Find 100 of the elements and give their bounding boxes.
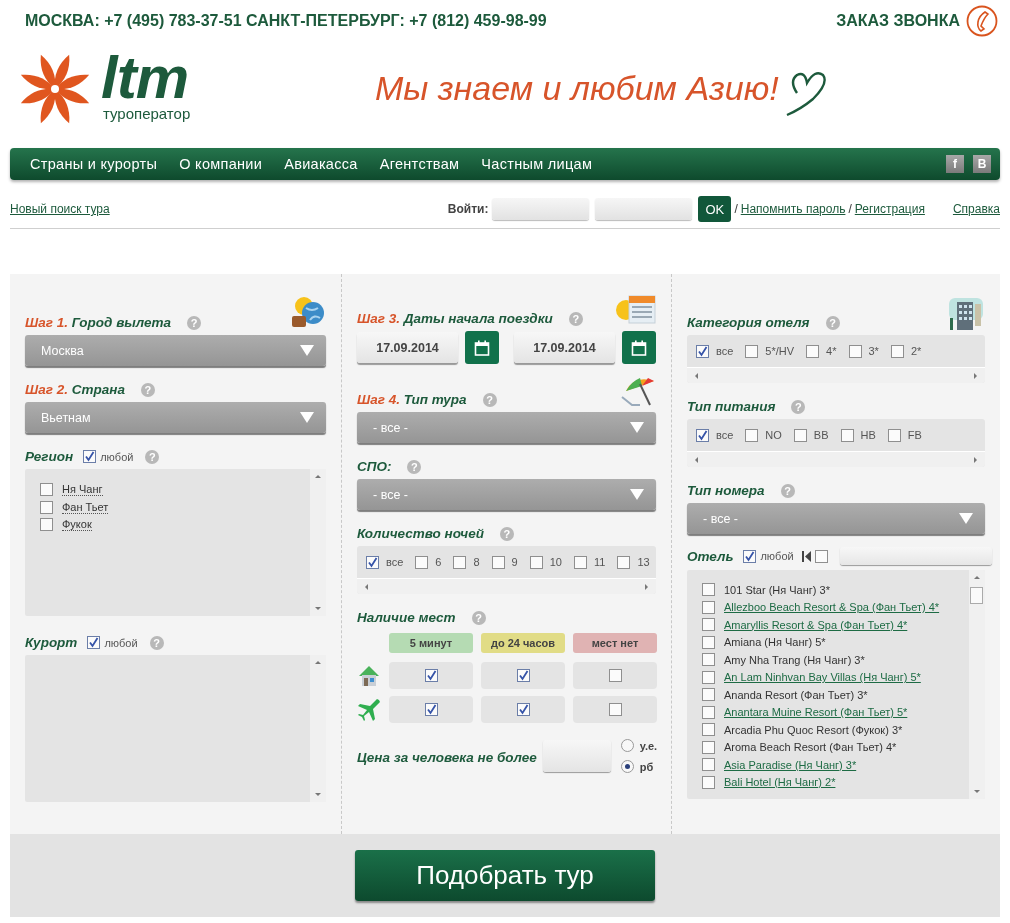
option-label: 5*/HV bbox=[765, 345, 795, 357]
checkbox[interactable] bbox=[424, 669, 438, 682]
submit-button[interactable]: Подобрать тур bbox=[355, 850, 655, 901]
option-label: Arcadia Phu Quoc Resort (Фукок) 3* bbox=[724, 723, 903, 736]
nav-link[interactable]: Страны и курорты bbox=[19, 156, 169, 172]
checkbox[interactable] bbox=[702, 775, 715, 789]
checkbox[interactable] bbox=[608, 669, 622, 682]
checkbox[interactable] bbox=[702, 618, 715, 632]
calendar-button[interactable] bbox=[622, 331, 656, 364]
hotel-link[interactable]: Amaryllis Resort & Spa (Фан Тьет) 4* bbox=[724, 618, 908, 631]
checkbox[interactable] bbox=[516, 669, 530, 682]
radio-button[interactable] bbox=[620, 739, 634, 752]
nav-link[interactable]: Частным лицам bbox=[470, 156, 604, 172]
checkbox[interactable] bbox=[83, 450, 97, 463]
checkbox[interactable] bbox=[745, 428, 759, 442]
checkbox[interactable] bbox=[516, 703, 530, 716]
section-heading: Тип номера bbox=[687, 483, 765, 498]
checkbox[interactable] bbox=[702, 688, 715, 702]
checkbox[interactable] bbox=[415, 555, 429, 569]
slogan: Мы знаем и любим Азию! bbox=[375, 69, 779, 108]
checkbox[interactable] bbox=[491, 555, 505, 569]
option-label[interactable]: Ня Чанг bbox=[62, 483, 103, 497]
checkbox[interactable] bbox=[814, 549, 828, 563]
date-field[interactable]: 17.09.2014 bbox=[357, 332, 458, 363]
option-label: BB bbox=[813, 429, 829, 441]
checkbox[interactable] bbox=[702, 758, 715, 772]
scrollbar[interactable] bbox=[357, 578, 656, 594]
skip-back-icon bbox=[801, 550, 811, 562]
checkbox[interactable] bbox=[366, 555, 379, 569]
checkbox[interactable] bbox=[702, 670, 715, 684]
checkbox[interactable] bbox=[617, 555, 631, 569]
checkbox[interactable] bbox=[702, 600, 715, 614]
checkbox[interactable] bbox=[608, 703, 622, 716]
account-link[interactable]: Регистрация bbox=[854, 202, 925, 216]
help-link[interactable]: Справка bbox=[952, 202, 1000, 216]
hotel-link[interactable]: Allezboo Beach Resort & Spa (Фан Тьет) 4* bbox=[724, 601, 940, 614]
scrollbar[interactable] bbox=[687, 451, 985, 467]
checkbox[interactable] bbox=[573, 555, 587, 569]
globe-sun-icon bbox=[290, 294, 326, 330]
option-label[interactable]: Фан Тьет bbox=[62, 500, 109, 514]
caret-icon bbox=[630, 422, 644, 433]
price-field[interactable] bbox=[542, 740, 611, 772]
hotel-link[interactable]: Anantara Muine Resort (Фан Тьет) 5* bbox=[724, 706, 908, 719]
option-label: HB bbox=[860, 429, 876, 441]
calendar-button[interactable] bbox=[465, 331, 499, 364]
checkbox[interactable] bbox=[702, 653, 715, 667]
checkbox[interactable] bbox=[702, 635, 715, 649]
checkbox[interactable] bbox=[696, 344, 709, 358]
checkbox[interactable] bbox=[806, 344, 820, 358]
checkbox[interactable] bbox=[702, 583, 715, 597]
option-label: 9 bbox=[511, 556, 518, 568]
checkbox[interactable] bbox=[40, 500, 53, 514]
scrollbar[interactable] bbox=[969, 570, 985, 799]
checkbox[interactable] bbox=[87, 636, 101, 649]
checkbox[interactable] bbox=[702, 723, 715, 737]
section-heading: Категория отеля bbox=[687, 315, 810, 330]
hotel-link[interactable]: Asia Paradise (Ня Чанг) 3* bbox=[724, 758, 857, 771]
checkbox[interactable] bbox=[453, 555, 467, 569]
option-label[interactable]: Фукок bbox=[62, 518, 92, 532]
new-search-link[interactable]: Новый поиск тура bbox=[10, 202, 110, 216]
social-button[interactable]: f bbox=[946, 155, 964, 173]
social-button[interactable]: В bbox=[973, 155, 991, 173]
nav-link[interactable]: О компании bbox=[168, 156, 274, 172]
option-label: 10 bbox=[549, 556, 562, 568]
checkbox[interactable] bbox=[840, 428, 854, 442]
date-field[interactable]: 17.09.2014 bbox=[514, 332, 615, 363]
checkbox[interactable] bbox=[40, 518, 53, 532]
scrollbar[interactable] bbox=[310, 469, 326, 616]
checkbox[interactable] bbox=[529, 555, 543, 569]
hotel-link[interactable]: An Lam Ninhvan Bay Villas (Ня Чанг) 5* bbox=[724, 671, 921, 684]
password-field[interactable] bbox=[595, 198, 693, 220]
checkbox[interactable] bbox=[702, 740, 715, 754]
checkbox[interactable] bbox=[890, 344, 904, 358]
checkbox[interactable] bbox=[745, 344, 759, 358]
login-field[interactable] bbox=[492, 198, 590, 220]
callback-link[interactable]: ЗАКАЗ ЗВОНКА bbox=[836, 12, 960, 30]
scrollbar[interactable] bbox=[310, 655, 326, 802]
separator: / bbox=[848, 202, 852, 216]
radio-button[interactable] bbox=[620, 760, 634, 773]
checkbox[interactable] bbox=[793, 428, 807, 442]
checkbox[interactable] bbox=[40, 483, 53, 497]
hotel-link[interactable]: Bali Hotel (Ня Чанг) 2* bbox=[724, 776, 836, 789]
checkbox[interactable] bbox=[696, 428, 709, 442]
scrollbar[interactable] bbox=[687, 367, 985, 383]
ok-button[interactable]: OK bbox=[698, 196, 732, 222]
option-label: все bbox=[716, 345, 734, 357]
option-label: 8 bbox=[473, 556, 480, 568]
option-label: Amiana (Ня Чанг) 5* bbox=[724, 636, 826, 649]
caret-icon bbox=[630, 489, 644, 500]
nav-link[interactable]: Авиакасса bbox=[273, 156, 369, 172]
nav-link[interactable]: Агентствам bbox=[368, 156, 471, 172]
checkbox[interactable] bbox=[887, 428, 901, 442]
checkbox[interactable] bbox=[424, 703, 438, 716]
any-label: любой bbox=[104, 636, 138, 649]
search-field[interactable] bbox=[839, 547, 992, 565]
logo-wordmark: ltm bbox=[101, 51, 189, 105]
account-link[interactable]: Напомнить пароль bbox=[740, 202, 846, 216]
checkbox[interactable] bbox=[743, 549, 757, 563]
checkbox[interactable] bbox=[848, 344, 862, 358]
checkbox[interactable] bbox=[702, 705, 715, 719]
